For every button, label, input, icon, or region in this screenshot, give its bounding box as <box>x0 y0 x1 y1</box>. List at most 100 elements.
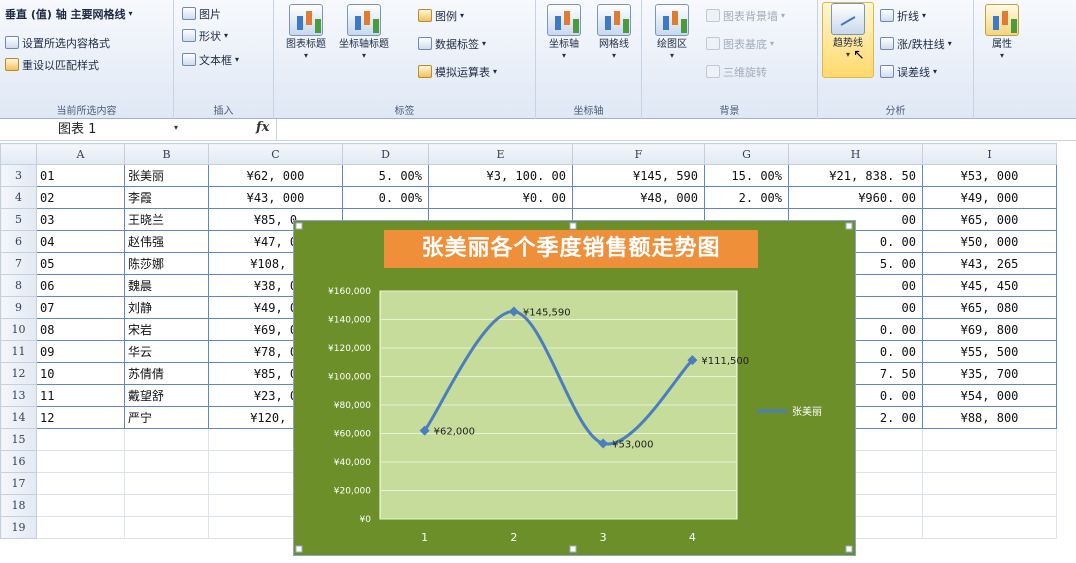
cell-b5[interactable]: 王晓兰 <box>124 208 209 231</box>
cell-h3[interactable]: ¥21, 838. 50 <box>788 164 923 187</box>
format-selection-button[interactable]: 设置所选内容格式 <box>5 33 110 52</box>
cell-g3[interactable]: 15. 00% <box>704 164 789 187</box>
cell-a13[interactable]: 11 <box>36 384 125 407</box>
row-header[interactable]: 18 <box>0 494 37 517</box>
column-header-i[interactable]: I <box>922 143 1057 165</box>
row-header[interactable]: 9 <box>0 296 37 319</box>
cell-i7[interactable]: ¥43, 265 <box>922 252 1057 275</box>
cell-i8[interactable]: ¥45, 450 <box>922 274 1057 297</box>
row-header[interactable]: 13 <box>0 384 37 407</box>
cell-i6[interactable]: ¥50, 000 <box>922 230 1057 253</box>
formula-input[interactable] <box>276 119 1076 140</box>
cell-a8[interactable]: 06 <box>36 274 125 297</box>
cell-a4[interactable]: 02 <box>36 186 125 209</box>
column-header-c[interactable]: C <box>208 143 343 165</box>
cell-i18[interactable] <box>922 494 1057 517</box>
cell-i17[interactable] <box>922 472 1057 495</box>
column-header-g[interactable]: G <box>704 143 789 165</box>
column-header-e[interactable]: E <box>428 143 573 165</box>
cell-b11[interactable]: 华云 <box>124 340 209 363</box>
cell-a5[interactable]: 03 <box>36 208 125 231</box>
cell-b13[interactable]: 戴望舒 <box>124 384 209 407</box>
cell-h4[interactable]: ¥960. 00 <box>788 186 923 209</box>
trendline-button[interactable]: 趋势线 ▾ ↖ <box>822 2 874 78</box>
legend-button[interactable]: 图例 ▾ <box>418 6 464 25</box>
3d-rotation-button[interactable]: 三维旋转 <box>706 62 767 81</box>
cell-a6[interactable]: 04 <box>36 230 125 253</box>
lines-button[interactable]: 折线 ▾ <box>880 6 926 25</box>
cell-i19[interactable] <box>922 516 1057 539</box>
cell-a10[interactable]: 08 <box>36 318 125 341</box>
cell-b9[interactable]: 刘静 <box>124 296 209 319</box>
cell-i5[interactable]: ¥65, 000 <box>922 208 1057 231</box>
picture-button[interactable]: 图片 <box>182 4 221 23</box>
name-box[interactable]: 图表 1 <box>40 120 190 140</box>
cell-b15[interactable] <box>124 428 209 451</box>
cell-b3[interactable]: 张美丽 <box>124 164 209 187</box>
cell-i9[interactable]: ¥65, 080 <box>922 296 1057 319</box>
cell-a17[interactable] <box>36 472 125 495</box>
cell-b18[interactable] <box>124 494 209 517</box>
cell-a3[interactable]: 01 <box>36 164 125 187</box>
cell-g4[interactable]: 2. 00% <box>704 186 789 209</box>
cell-f4[interactable]: ¥48, 000 <box>572 186 705 209</box>
cell-i15[interactable] <box>922 428 1057 451</box>
textbox-button[interactable]: 文本框 ▾ <box>182 50 239 69</box>
reset-to-match-style-button[interactable]: 重设以匹配样式 <box>5 55 99 74</box>
cell-i14[interactable]: ¥88, 800 <box>922 406 1057 429</box>
column-header-b[interactable]: B <box>124 143 209 165</box>
cell-a15[interactable] <box>36 428 125 451</box>
row-header[interactable]: 12 <box>0 362 37 385</box>
row-header[interactable]: 7 <box>0 252 37 275</box>
cell-i3[interactable]: ¥53, 000 <box>922 164 1057 187</box>
row-header[interactable]: 6 <box>0 230 37 253</box>
row-header[interactable]: 19 <box>0 516 37 539</box>
column-header-a[interactable]: A <box>36 143 125 165</box>
axis-titles-button[interactable]: 坐标轴标题 ▾ <box>338 4 390 80</box>
gridlines-button[interactable]: 网格线 ▾ <box>588 4 640 80</box>
cell-c3[interactable]: ¥62, 000 <box>208 164 343 187</box>
cell-i16[interactable] <box>922 450 1057 473</box>
shapes-button[interactable]: 形状 ▾ <box>182 26 228 45</box>
row-header[interactable]: 4 <box>0 186 37 209</box>
row-header[interactable]: 16 <box>0 450 37 473</box>
cell-e3[interactable]: ¥3, 100. 00 <box>428 164 573 187</box>
plot-area-button[interactable]: 绘图区 ▾ <box>646 4 698 80</box>
insert-function-icon[interactable]: fx <box>256 120 269 135</box>
row-header[interactable]: 10 <box>0 318 37 341</box>
cell-e4[interactable]: ¥0. 00 <box>428 186 573 209</box>
row-header[interactable]: 8 <box>0 274 37 297</box>
axes-button[interactable]: 坐标轴 ▾ <box>538 4 590 80</box>
cell-i4[interactable]: ¥49, 000 <box>922 186 1057 209</box>
cell-a7[interactable]: 05 <box>36 252 125 275</box>
cell-b19[interactable] <box>124 516 209 539</box>
cell-b8[interactable]: 魏晨 <box>124 274 209 297</box>
cell-a19[interactable] <box>36 516 125 539</box>
cell-b14[interactable]: 严宁 <box>124 406 209 429</box>
cell-f3[interactable]: ¥145, 590 <box>572 164 705 187</box>
chevron-down-icon[interactable]: ▾ <box>174 123 178 132</box>
column-header-f[interactable]: F <box>572 143 705 165</box>
cell-b16[interactable] <box>124 450 209 473</box>
chart-title-button[interactable]: 图表标题 ▾ <box>280 4 332 80</box>
column-header-h[interactable]: H <box>788 143 923 165</box>
cell-d4[interactable]: 0. 00% <box>342 186 429 209</box>
cell-a9[interactable]: 07 <box>36 296 125 319</box>
cell-a11[interactable]: 09 <box>36 340 125 363</box>
cell-b4[interactable]: 李霞 <box>124 186 209 209</box>
cell-b6[interactable]: 赵伟强 <box>124 230 209 253</box>
chart-floor-button[interactable]: 图表基底 ▾ <box>706 34 774 53</box>
cell-i13[interactable]: ¥54, 000 <box>922 384 1057 407</box>
row-header[interactable]: 14 <box>0 406 37 429</box>
chart-elements-dropdown[interactable]: 垂直 (值) 轴 主要网格线 ▾ <box>5 4 133 23</box>
cell-i10[interactable]: ¥69, 800 <box>922 318 1057 341</box>
cell-a16[interactable] <box>36 450 125 473</box>
row-header[interactable]: 17 <box>0 472 37 495</box>
error-bars-button[interactable]: 误差线 ▾ <box>880 62 937 81</box>
chart-wall-button[interactable]: 图表背景墙 ▾ <box>706 6 785 25</box>
cell-b17[interactable] <box>124 472 209 495</box>
column-header-d[interactable]: D <box>342 143 429 165</box>
data-table-button[interactable]: 模拟运算表 ▾ <box>418 62 497 81</box>
row-header[interactable]: 5 <box>0 208 37 231</box>
updown-bars-button[interactable]: 涨/跌柱线 ▾ <box>880 34 952 53</box>
